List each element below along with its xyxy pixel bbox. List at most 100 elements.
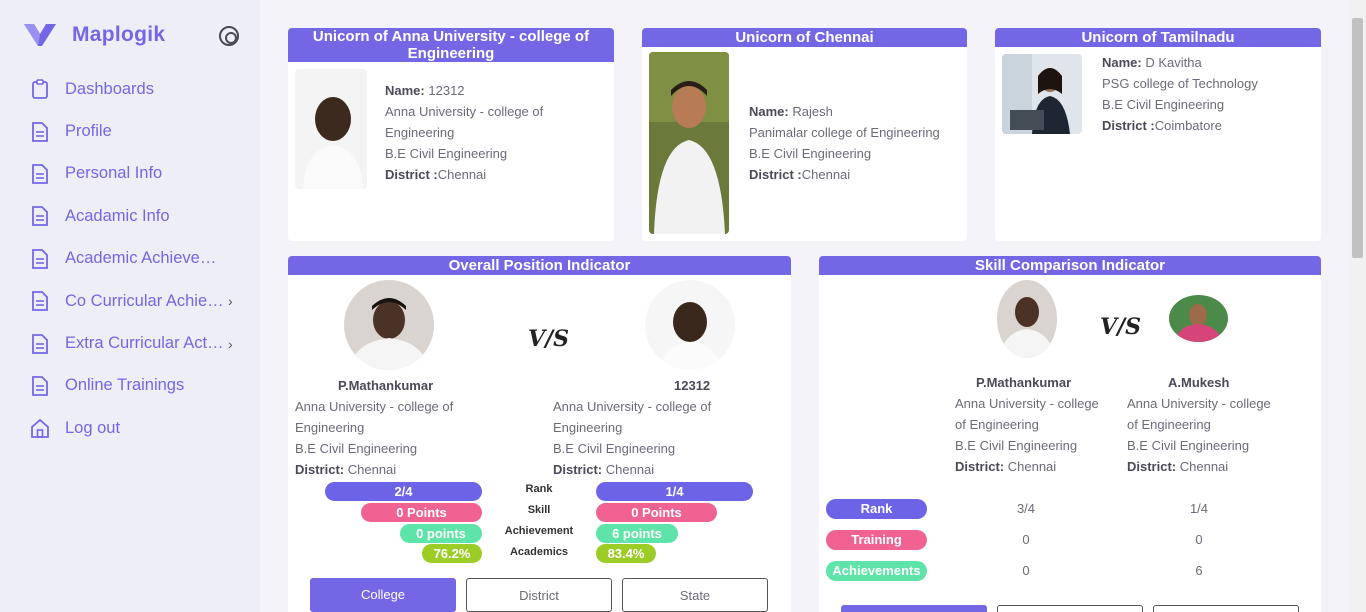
card-title: Unicorn of Chennai	[642, 28, 967, 47]
college: Anna University - college of Engineering	[955, 396, 1099, 432]
sidebar-item-label: Log out	[65, 418, 121, 437]
left-person-name: P.Mathankumar	[338, 378, 434, 393]
right-person-info: Anna University - college of Engineering…	[1127, 393, 1277, 477]
card-title: Skill Comparison Indicator	[819, 256, 1321, 275]
skill-left-bar: 0 Points	[361, 503, 482, 522]
unicorn-name: Rajesh	[792, 104, 833, 119]
district: Chennai	[1179, 459, 1229, 474]
document-icon	[31, 333, 49, 354]
right-avatar	[1169, 295, 1228, 342]
sidebar-item-logout[interactable]: Log out	[0, 407, 260, 449]
document-icon	[31, 121, 49, 142]
sidebar-item-label: Dashboards	[65, 79, 154, 98]
sidebar-item-label: Academic Achievements	[65, 249, 225, 268]
academics-left-bar: 76.2%	[422, 544, 482, 563]
tab-partial-active[interactable]	[841, 605, 987, 612]
left-person-info: Anna University - college of Engineering…	[295, 396, 505, 480]
left-avatar	[997, 280, 1057, 358]
district-label: District :	[385, 167, 438, 182]
unicorn-info: Name: D Kavitha PSG college of Technolog…	[1102, 52, 1317, 136]
unicorn-name: 12312	[428, 83, 465, 98]
district-label: District:	[955, 459, 1005, 474]
sidebar-item-label: Online Trainings	[65, 376, 185, 395]
document-icon	[31, 248, 49, 269]
sidebar-item-extra-curricular[interactable]: Extra Curricular Activities ›	[0, 322, 260, 364]
tab-district[interactable]: District	[466, 578, 612, 612]
sidebar-item-personal-info[interactable]: Personal Info	[0, 153, 260, 195]
versus-label: V/S	[1100, 314, 1141, 340]
unicorn-info: Name: Rajesh Panimalar college of Engine…	[749, 101, 964, 185]
training-left-value: 0	[1022, 532, 1030, 547]
college: Anna University - college of Engineering	[295, 399, 454, 435]
chevron-right-icon: ›	[228, 293, 233, 310]
name-label: Name:	[749, 104, 789, 119]
rank-left-value: 3/4	[1016, 501, 1036, 516]
training-right-value: 0	[1195, 532, 1203, 547]
name-label: Name:	[1102, 55, 1142, 70]
card-title: Overall Position Indicator	[288, 256, 791, 275]
right-person-name: A.Mukesh	[1168, 375, 1230, 390]
tab-partial[interactable]	[1153, 605, 1299, 612]
degree: B.E Civil Engineering	[955, 438, 1078, 453]
unicorn-name: D Kavitha	[1145, 55, 1202, 70]
tab-partial[interactable]	[997, 605, 1143, 612]
home-icon	[31, 418, 49, 439]
sidebar-item-label: Co Curricular Achievements	[65, 291, 225, 310]
unicorn-college-card: Unicorn of Anna University - college of …	[288, 28, 614, 241]
unicorn-degree: B.E Civil Engineering	[1102, 97, 1225, 112]
document-icon	[31, 376, 49, 396]
degree: B.E Civil Engineering	[1127, 438, 1250, 453]
academics-label: Academics	[509, 546, 569, 558]
sidebar-item-label: Extra Curricular Activities	[65, 334, 225, 353]
sidebar-item-acadamic-info[interactable]: Acadamic Info	[0, 195, 260, 237]
unicorn-college: Panimalar college of Engineering	[749, 125, 940, 140]
achievements-right-value: 6	[1195, 563, 1203, 578]
college: Anna University - college of Engineering	[1127, 396, 1271, 432]
card-title: Unicorn of Tamilnadu	[995, 28, 1321, 47]
unicorn-district: Chennai	[437, 167, 487, 182]
sidebar-item-online-trainings[interactable]: Online Trainings	[0, 365, 260, 407]
rank-pill: Rank	[826, 499, 927, 519]
unicorn-district: Chennai	[801, 167, 851, 182]
sidebar-nav: Dashboards Profile Personal Info Acadami…	[0, 68, 260, 450]
district-label: District:	[295, 462, 345, 477]
brand-name: Maplogik	[72, 23, 166, 46]
profile-photo	[649, 52, 729, 234]
district: Chennai	[347, 462, 397, 477]
left-person-name: P.Mathankumar	[976, 375, 1072, 390]
chevron-right-icon: ›	[228, 335, 233, 352]
academics-right-bar: 83.4%	[596, 544, 656, 563]
skill-comparison-card: Skill Comparison Indicator V/S P.Mathank…	[819, 256, 1321, 612]
district-label: District :	[749, 167, 802, 182]
rank-label: Rank	[525, 483, 553, 495]
sidebar-item-profile[interactable]: Profile	[0, 110, 260, 152]
card-title: Unicorn of Anna University - college of …	[288, 28, 614, 62]
achievement-left-bar: 0 points	[400, 524, 482, 543]
sidebar-item-dashboards[interactable]: Dashboards	[0, 68, 260, 110]
skill-label: Skill	[527, 504, 551, 516]
district-label: District:	[553, 462, 603, 477]
right-avatar	[645, 280, 735, 370]
college: Anna University - college of Engineering	[553, 399, 712, 435]
page-scrollbar[interactable]	[1349, 0, 1366, 612]
brand[interactable]: Maplogik	[22, 22, 165, 48]
sidebar-toggle-icon[interactable]	[219, 26, 239, 46]
rank-left-bar: 2/4	[325, 482, 482, 501]
district-label: District :	[1102, 118, 1155, 133]
right-person-info: Anna University - college of Engineering…	[553, 396, 763, 480]
overall-position-card: Overall Position Indicator V/S P.Mathank…	[288, 256, 791, 612]
district: Chennai	[1007, 459, 1057, 474]
sidebar-item-co-curricular[interactable]: Co Curricular Achievements ›	[0, 280, 260, 322]
rank-right-bar: 1/4	[596, 482, 753, 501]
sidebar-item-academic-achievements[interactable]: Academic Achievements	[0, 238, 260, 280]
name-label: Name:	[385, 83, 425, 98]
training-pill: Training	[826, 530, 927, 550]
unicorn-degree: B.E Civil Engineering	[749, 146, 872, 161]
unicorn-college: PSG college of Technology	[1102, 76, 1258, 91]
scrollbar-thumb[interactable]	[1352, 18, 1363, 258]
tab-state[interactable]: State	[622, 578, 768, 612]
unicorn-tamilnadu-card: Unicorn of Tamilnadu Name: D Kavitha PSG…	[995, 28, 1321, 241]
tab-college[interactable]: College	[310, 578, 456, 612]
maplogik-logo-icon	[22, 22, 58, 48]
sidebar-item-label: Profile	[65, 122, 112, 141]
